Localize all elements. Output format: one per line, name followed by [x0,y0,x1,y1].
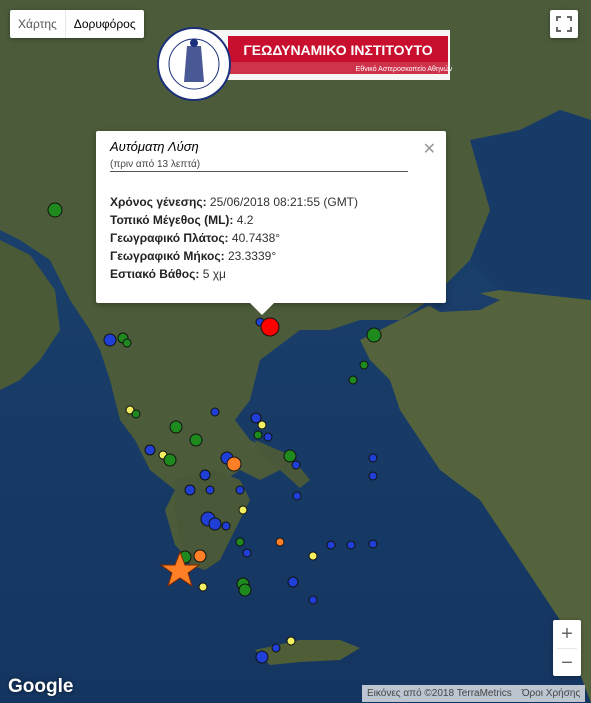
event-marker[interactable] [235,537,245,547]
event-marker[interactable] [308,595,318,605]
event-marker[interactable] [238,583,252,597]
detail-row-depth: Εστιακό Βάθος: 5 χμ [110,265,358,283]
logo-subtitle: Εθνικό Αστεροσκοπείο Αθηνών [356,65,452,73]
event-marker[interactable] [163,453,177,467]
event-marker[interactable] [308,551,318,561]
event-marker[interactable] [366,327,382,343]
event-marker[interactable] [122,338,132,348]
event-marker[interactable] [253,430,263,440]
detail-row-longitude: Γεωγραφικό Μήκος: 23.3339° [110,247,358,265]
detail-label: Χρόνος γένεσης: [110,195,207,209]
map-type-map-button[interactable]: Χάρτης [10,10,65,38]
event-marker[interactable] [291,460,301,470]
event-marker[interactable] [189,433,203,447]
popup-divider [110,171,408,172]
event-marker[interactable] [193,549,207,563]
event-marker[interactable] [368,471,378,481]
event-info-window: ✕ Αυτόματη Λύση (πριν από 13 λεπτά) Χρόν… [96,131,446,303]
event-marker[interactable] [346,540,356,550]
event-marker[interactable] [368,539,378,549]
zoom-out-button[interactable]: − [553,649,581,677]
event-marker[interactable] [103,333,117,347]
event-marker[interactable] [226,456,242,472]
event-marker[interactable] [275,537,285,547]
map-type-control: Χάρτης Δορυφόρος [10,10,144,38]
event-marker[interactable] [287,576,299,588]
event-marker[interactable] [283,449,297,463]
detail-label: Τοπικό Μέγεθος (ML): [110,213,234,227]
event-marker[interactable] [359,360,369,370]
map-type-satellite-button[interactable]: Δορυφόρος [64,10,144,38]
event-marker[interactable] [235,485,245,495]
event-marker[interactable] [198,582,208,592]
event-marker[interactable] [199,469,211,481]
event-marker[interactable] [184,484,196,496]
map-attribution: Εικόνες από ©2018 TerraMetrics Όροι Χρήσ… [362,685,586,702]
event-marker[interactable] [238,505,248,515]
event-marker[interactable] [271,643,281,653]
zoom-control: + − [553,620,581,676]
popup-title: Αυτόματη Λύση [110,139,199,154]
selected-event-marker[interactable] [260,317,280,337]
imagery-credit: Εικόνες από ©2018 TerraMetrics [367,688,512,699]
close-icon[interactable]: ✕ [423,139,436,159]
event-marker[interactable] [242,548,252,558]
event-marker[interactable] [286,636,296,646]
zoom-in-button[interactable]: + [553,620,581,648]
detail-row-magnitude: Τοπικό Μέγεθος (ML): 4.2 [110,211,358,229]
detail-value: 4.2 [236,213,254,227]
detail-value: 23.3339° [227,249,277,263]
detail-label: Γεωγραφικό Πλάτος: [110,231,229,245]
detail-value: 25/06/2018 08:21:55 (GMT) [209,195,359,209]
event-marker[interactable] [326,540,336,550]
fullscreen-button[interactable] [550,10,578,38]
popup-details: Χρόνος γένεσης: 25/06/2018 08:21:55 (GMT… [110,193,358,283]
event-marker[interactable] [169,420,183,434]
event-marker[interactable] [263,432,273,442]
popup-tail [250,303,274,315]
geodynamic-institute-logo: ΓΕΩΔΥΝΑΜΙΚΟ ΙΝΣΤΙΤΟΥΤΟ Εθνικό Αστεροσκοπ… [157,27,452,101]
detail-label: Εστιακό Βάθος: [110,267,200,281]
satellite-map[interactable] [0,0,591,703]
event-marker[interactable] [255,650,269,664]
event-marker[interactable] [131,409,141,419]
event-marker[interactable] [257,420,267,430]
event-marker[interactable] [221,521,231,531]
detail-row-latitude: Γεωγραφικό Πλάτος: 40.7438° [110,229,358,247]
fullscreen-icon [556,16,572,32]
logo-title: ΓΕΩΔΥΝΑΜΙΚΟ ΙΝΣΤΙΤΟΥΤΟ [243,42,432,58]
event-marker[interactable] [292,491,302,501]
event-marker[interactable] [144,444,156,456]
event-marker[interactable] [368,453,378,463]
detail-label: Γεωγραφικό Μήκος: [110,249,225,263]
popup-subtitle: (πριν από 13 λεπτά) [110,159,201,170]
terms-link[interactable]: Όροι Χρήσης [517,688,585,699]
detail-value: 5 χμ [202,267,226,281]
event-marker[interactable] [47,202,63,218]
event-marker[interactable] [208,517,222,531]
detail-row-origin-time: Χρόνος γένεσης: 25/06/2018 08:21:55 (GMT… [110,193,358,211]
google-logo: Google [8,676,74,697]
event-marker[interactable] [348,375,358,385]
event-marker[interactable] [210,407,220,417]
detail-value: 40.7438° [231,231,281,245]
event-marker[interactable] [205,485,215,495]
